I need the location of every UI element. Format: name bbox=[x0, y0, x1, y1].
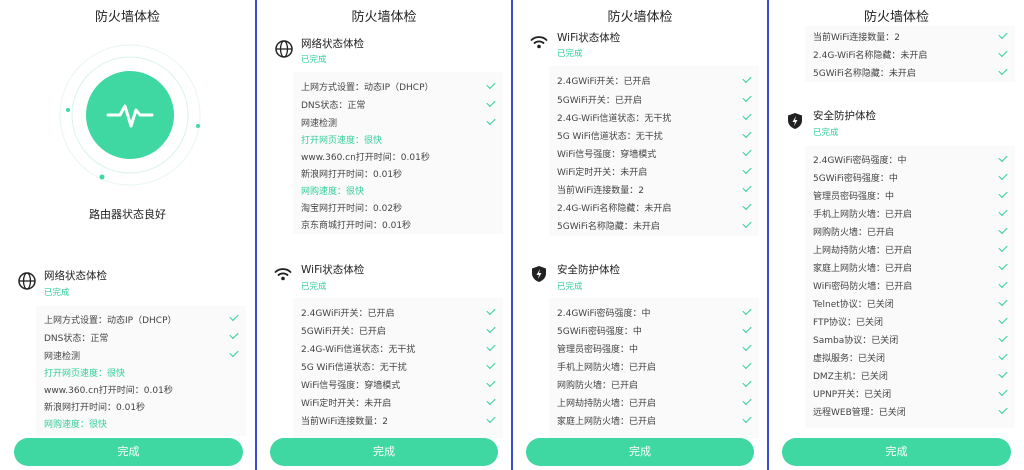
section-status: 已完成 bbox=[557, 282, 583, 292]
page-title: 防火墙体检 bbox=[94, 10, 160, 25]
check-item: 网速检测 bbox=[301, 119, 338, 129]
check-item: 5GWiFi开关：已开启 bbox=[301, 327, 386, 337]
check-item: 网购速度：很快 bbox=[44, 420, 108, 430]
section-title-security: 安全防护体检 bbox=[557, 264, 620, 276]
done-button[interactable]: 完成 bbox=[782, 438, 1011, 466]
section-status: 已完成 bbox=[557, 49, 583, 59]
check-item: 新浪网打开时间：0.01秒 bbox=[44, 403, 146, 413]
shield-icon bbox=[788, 113, 802, 129]
wifi-icon bbox=[274, 268, 292, 281]
check-item: 2.4G-WiFi信道状态：无干扰 bbox=[557, 114, 672, 124]
globe-icon bbox=[18, 272, 36, 290]
check-item: 当前WiFi连接数量：2 bbox=[557, 186, 644, 196]
check-item: 京东商城打开时间：0.01秒 bbox=[301, 221, 412, 231]
check-item: 5GWiFi名称隐藏：未开启 bbox=[557, 222, 660, 232]
status-ring-graphic bbox=[59, 44, 201, 186]
check-item: 管理员密码强度：中 bbox=[557, 345, 639, 355]
section-title-network: 网络状态体检 bbox=[301, 38, 364, 50]
check-item: 5GWiFi密码强度：中 bbox=[557, 327, 642, 337]
check-item: 5GWiFi开关：已开启 bbox=[557, 96, 642, 106]
shield-icon bbox=[532, 266, 546, 282]
done-button[interactable]: 完成 bbox=[526, 438, 754, 466]
check-item: 手机上网防火墙：已开启 bbox=[813, 210, 913, 220]
globe-icon bbox=[275, 40, 293, 58]
check-item: Telnet协议：已关闭 bbox=[813, 300, 894, 310]
check-item: DNS状态：正常 bbox=[44, 334, 109, 344]
section-title-network: 网络状态体检 bbox=[44, 270, 107, 282]
check-item: 2.4G-WiFi名称隐藏：未开启 bbox=[813, 51, 928, 61]
check-item: 家庭上网防火墙：已开启 bbox=[557, 417, 657, 427]
check-item: DNS状态：正常 bbox=[301, 101, 366, 111]
check-item: FTP协议：已关闭 bbox=[813, 318, 883, 328]
check-item: 当前WiFi连接数量：2 bbox=[813, 33, 900, 43]
page-title: 防火墙体检 bbox=[863, 10, 929, 25]
check-item: 2.4G-WiFi信道状态：无干扰 bbox=[301, 345, 416, 355]
check-item: 2.4GWiFi密码强度：中 bbox=[813, 156, 907, 166]
check-item: 打开网页速度：很快 bbox=[44, 369, 126, 379]
panel-1: 防火墙体检 路由器状态良好 网络状态体检 已完成 上网方式设置：动态IP（DHC… bbox=[0, 0, 255, 470]
check-item: 5G WiFi信道状态：无干扰 bbox=[301, 363, 407, 373]
check-item: 网购速度：很快 bbox=[301, 187, 365, 197]
panel-3: 防火墙体检 WiFi状态体检 已完成 2.4GWiFi开关：已开启 5GWiFi… bbox=[513, 0, 767, 470]
check-item: WiFi定时开关：未开启 bbox=[301, 399, 392, 409]
check-item: 2.4GWiFi密码强度：中 bbox=[557, 309, 651, 319]
panel-2: 防火墙体检 网络状态体检 已完成 上网方式设置：动态IP（DHCP） DNS状态… bbox=[257, 0, 511, 470]
check-item: UPNP开关：已关闭 bbox=[813, 390, 892, 400]
check-item: 网购防火墙：已开启 bbox=[813, 228, 895, 238]
check-item: 虚拟服务：已关闭 bbox=[813, 354, 886, 364]
check-item: 5GWiFi名称隐藏：未开启 bbox=[813, 69, 916, 79]
check-item: 上网劫持防火墙：已开启 bbox=[813, 246, 913, 256]
check-item: www.360.cn打开时间：0.01秒 bbox=[44, 386, 173, 396]
check-item: 上网劫持防火墙：已开启 bbox=[557, 399, 657, 409]
panel-4: 防火墙体检 当前WiFi连接数量：2 2.4G-WiFi名称隐藏：未开启 5GW… bbox=[769, 0, 1024, 470]
check-item: 管理员密码强度：中 bbox=[813, 192, 895, 202]
check-item: 手机上网防火墙：已开启 bbox=[557, 363, 657, 373]
section-status: 已完成 bbox=[813, 128, 839, 138]
check-item: DMZ主机：已关闭 bbox=[813, 372, 888, 382]
section-status: 已完成 bbox=[301, 282, 327, 292]
check-item: 家庭上网防火墙：已开启 bbox=[813, 264, 913, 274]
check-item: 2.4GWiFi开关：已开启 bbox=[301, 309, 395, 319]
check-item: 网速检测 bbox=[44, 352, 81, 362]
check-item: 当前WiFi连接数量：2 bbox=[301, 417, 388, 427]
check-item: WiFi信号强度：穿墙模式 bbox=[557, 150, 657, 160]
section-status: 已完成 bbox=[44, 288, 70, 298]
check-item: 打开网页速度：很快 bbox=[301, 136, 383, 146]
check-item: 2.4G-WiFi名称隐藏：未开启 bbox=[557, 204, 672, 214]
check-item: 远程WEB管理：已关闭 bbox=[813, 408, 906, 418]
section-status: 已完成 bbox=[301, 55, 327, 65]
check-item: WiFi信号强度：穿墙模式 bbox=[301, 381, 401, 391]
check-item: www.360.cn打开时间：0.01秒 bbox=[301, 153, 430, 163]
router-status-text: 路由器状态良好 bbox=[89, 208, 166, 221]
check-item: 上网方式设置：动态IP（DHCP） bbox=[301, 83, 434, 93]
page-title: 防火墙体检 bbox=[607, 10, 673, 25]
check-item: 5G WiFi信道状态：无干扰 bbox=[557, 132, 663, 142]
check-item: 网购防火墙：已开启 bbox=[557, 381, 639, 391]
section-title-security: 安全防护体检 bbox=[813, 110, 876, 122]
done-button[interactable]: 完成 bbox=[270, 438, 498, 466]
done-button[interactable]: 完成 bbox=[14, 438, 243, 466]
check-item: WiFi定时开关：未开启 bbox=[557, 168, 648, 178]
check-item: 淘宝网打开时间：0.02秒 bbox=[301, 204, 403, 214]
check-item: 上网方式设置：动态IP（DHCP） bbox=[44, 316, 177, 326]
check-item: Samba协议：已关闭 bbox=[813, 336, 899, 346]
section-title-wifi: WiFi状态体检 bbox=[557, 32, 621, 44]
check-item: WiFi密码防火墙：已开启 bbox=[813, 282, 913, 292]
wifi-icon bbox=[530, 36, 548, 49]
check-item: 2.4GWiFi开关：已开启 bbox=[557, 77, 651, 87]
section-title-wifi: WiFi状态体检 bbox=[301, 264, 365, 276]
check-item: 5GWiFi密码强度：中 bbox=[813, 174, 898, 184]
check-item: 新浪网打开时间：0.01秒 bbox=[301, 170, 403, 180]
page-title: 防火墙体检 bbox=[351, 10, 417, 25]
